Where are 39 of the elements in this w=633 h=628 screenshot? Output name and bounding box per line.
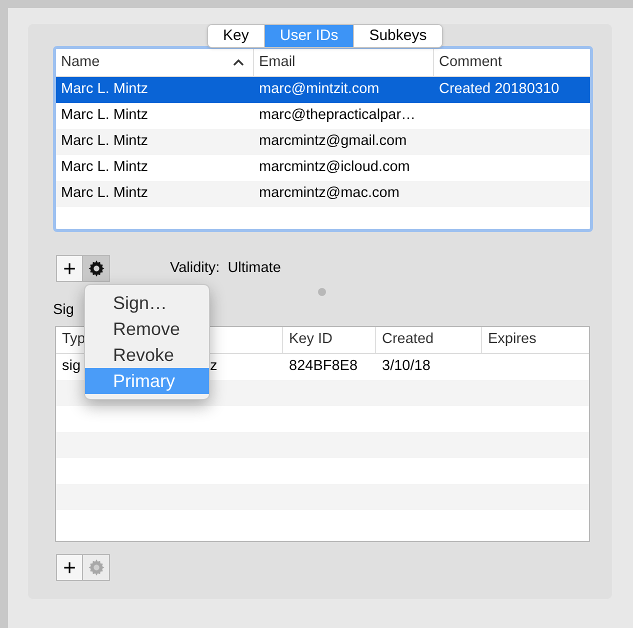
validity-value: Ultimate: [228, 258, 281, 278]
column-header[interactable]: Expires: [482, 327, 589, 353]
menu-item[interactable]: Remove: [85, 316, 209, 342]
validity-label: Validity:: [170, 258, 220, 278]
table-cell: Marc L. Mintz: [61, 107, 148, 124]
table-row[interactable]: Marc L. Mintz marcmintz@mac.com: [56, 181, 590, 207]
column-header[interactable]: Comment: [434, 49, 590, 76]
tab[interactable]: Key: [208, 25, 264, 47]
table-cell: Marc L. Mintz: [61, 81, 148, 98]
table-cell: Marc L. Mintz: [61, 159, 148, 176]
column-header[interactable]: Email: [254, 49, 434, 76]
table-cell: Created 20180310: [439, 81, 560, 98]
gear-icon: [86, 558, 106, 577]
column-header[interactable]: Key ID: [283, 327, 376, 353]
section-label: Sig: [53, 302, 74, 318]
table-cell: sig: [62, 358, 81, 374]
table-row[interactable]: Marc L. Mintz marcmintz@gmail.com: [56, 129, 590, 155]
add-button[interactable]: +: [56, 255, 83, 282]
table-cell: 824BF8E8: [289, 358, 358, 374]
table-cell: marcmintz@gmail.com: [259, 133, 407, 150]
menu-item[interactable]: Sign…: [85, 290, 209, 316]
column-header-label: Name: [61, 52, 100, 72]
table-cell: Marc L. Mintz: [61, 185, 148, 202]
table-cell: 3/10/18: [382, 358, 430, 374]
settings-button[interactable]: [83, 255, 110, 282]
gear-icon: [86, 259, 106, 278]
column-header[interactable]: Created: [376, 327, 482, 353]
table-cell: marc@mintzit.com: [259, 81, 380, 98]
tab[interactable]: Subkeys: [353, 25, 442, 47]
column-header[interactable]: Name: [56, 49, 254, 76]
column-header-label: Comment: [439, 52, 502, 72]
add-button[interactable]: +: [56, 554, 83, 581]
table-cell: z: [210, 358, 218, 374]
table-cell: Marc L. Mintz: [61, 133, 148, 150]
column-header-label: Email: [259, 52, 296, 72]
table-cell: marcmintz@mac.com: [259, 185, 400, 202]
table-cell: marcmintz@icloud.com: [259, 159, 410, 176]
table-row[interactable]: Marc L. Mintz marc@mintzit.com Created 20180310: [56, 77, 590, 103]
table-cell: marc@thepracticalpar…: [259, 107, 416, 124]
